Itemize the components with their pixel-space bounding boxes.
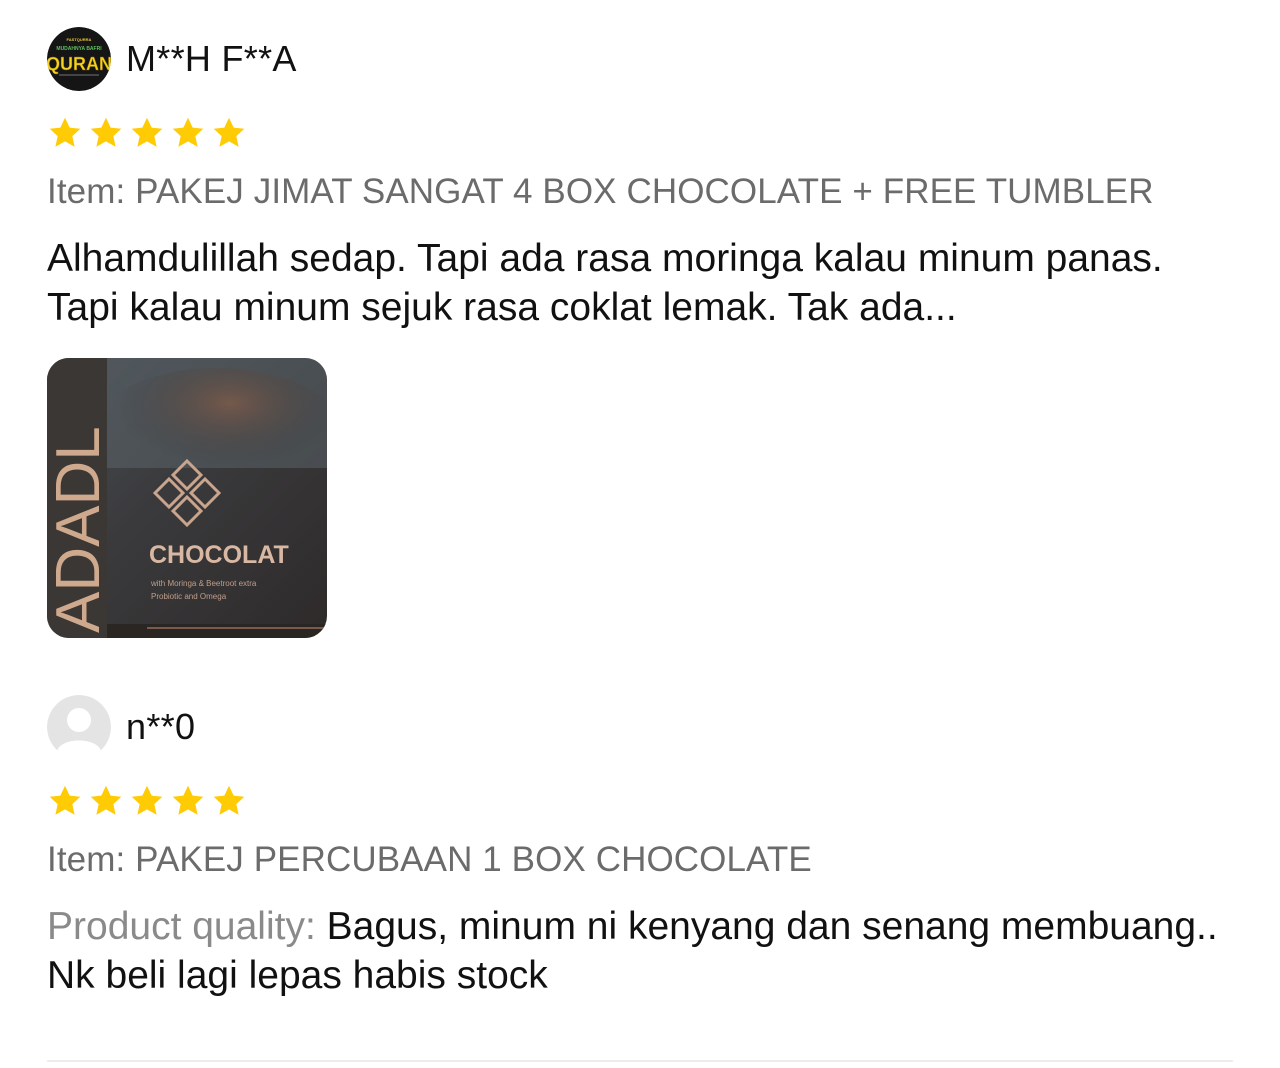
review-card: n**0 Item: PAKEJ PERCUBAAN 1 BOX CHOCOLA… — [47, 694, 1233, 1000]
star-icon — [90, 117, 122, 147]
star-icon — [213, 785, 245, 815]
review-header: n**0 — [47, 694, 1233, 760]
quran-logo-icon: FASTQURRA MUDAHNYA BAFRI QURAN — [47, 27, 111, 91]
svg-text:QURAN: QURAN — [47, 54, 111, 74]
star-icon — [131, 785, 163, 815]
star-rating — [47, 782, 1233, 820]
svg-text:MUDAHNYA BAFRI: MUDAHNYA BAFRI — [56, 46, 102, 52]
avatar[interactable] — [47, 695, 111, 759]
star-icon — [131, 117, 163, 147]
star-rating — [47, 114, 1233, 152]
divider — [47, 1060, 1233, 1062]
svg-text:FASTQURRA: FASTQURRA — [67, 37, 92, 42]
review-card: FASTQURRA MUDAHNYA BAFRI QURAN M**H F**A… — [47, 26, 1233, 638]
star-icon — [172, 785, 204, 815]
review-photo[interactable]: ADADL CHOCOLAT with Moringa & Beetroot e… — [47, 358, 327, 638]
svg-text:with Moringa & Beetroot extra: with Moringa & Beetroot extra — [150, 579, 257, 588]
star-icon — [49, 785, 81, 815]
star-icon — [90, 785, 122, 815]
default-user-icon — [47, 695, 111, 759]
review-aspect-label: Product quality: — [47, 905, 316, 948]
review-text[interactable]: Product quality: Bagus, minum ni kenyang… — [47, 902, 1233, 1000]
star-icon — [49, 117, 81, 147]
avatar[interactable]: FASTQURRA MUDAHNYA BAFRI QURAN — [47, 27, 111, 91]
star-icon — [213, 117, 245, 147]
purchased-item: Item: PAKEJ PERCUBAAN 1 BOX CHOCOLATE — [47, 840, 812, 879]
reviewer-name: M**H F**A — [126, 38, 297, 79]
svg-text:CHOCOLAT: CHOCOLAT — [149, 541, 289, 569]
review-header: FASTQURRA MUDAHNYA BAFRI QURAN M**H F**A — [47, 26, 1233, 92]
svg-text:Probiotic and Omega: Probiotic and Omega — [151, 592, 227, 601]
product-photo-image: ADADL CHOCOLAT with Moringa & Beetroot e… — [47, 358, 327, 638]
reviewer-name: n**0 — [126, 706, 196, 747]
svg-text:ADADL: ADADL — [47, 426, 113, 633]
review-text[interactable]: Alhamdulillah sedap. Tapi ada rasa morin… — [47, 234, 1233, 332]
star-icon — [172, 117, 204, 147]
purchased-item: Item: PAKEJ JIMAT SANGAT 4 BOX CHOCOLATE… — [47, 172, 1154, 211]
